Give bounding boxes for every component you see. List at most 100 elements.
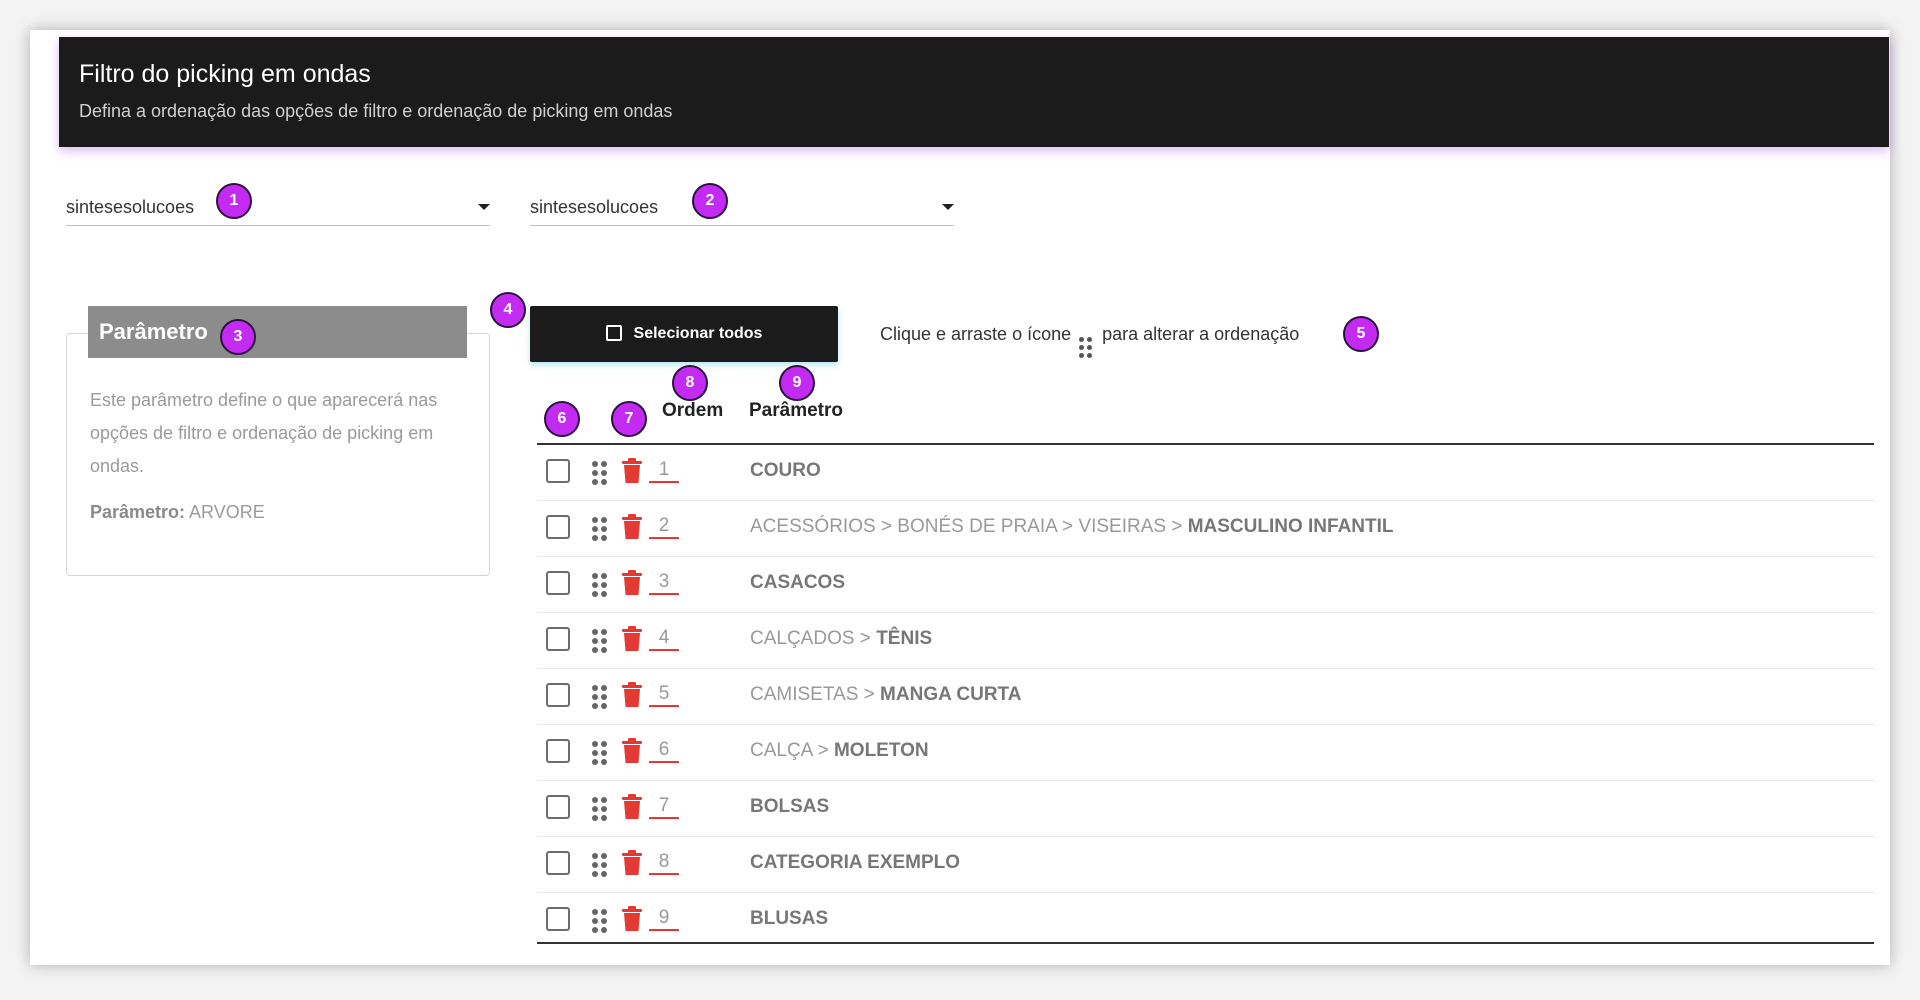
trash-icon[interactable] [621,794,643,820]
row-parameter: COURO [750,460,821,482]
table-row: 7 BOLSAS [537,781,1874,837]
trash-icon[interactable] [621,906,643,932]
row-order[interactable]: 5 [649,683,679,707]
trash-icon[interactable] [621,850,643,876]
row-checkbox[interactable] [546,627,570,651]
row-parameter-path: CAMISETAS > [750,684,881,705]
drag-handle-icon[interactable] [592,685,607,709]
row-parameter-leaf: BLUSAS [750,908,829,929]
row-parameter: ACESSÓRIOS > BONÉS DE PRAIA > VISEIRAS >… [750,516,1394,538]
table-row: 3 CASACOS [537,557,1874,613]
page-header: Filtro do picking em ondas Defina a orde… [59,37,1889,147]
row-checkbox[interactable] [546,851,570,875]
annotation-badge: 6 [544,401,580,437]
annotation-badge: 5 [1343,316,1379,352]
column-header-parametro: Parâmetro [749,400,843,421]
annotation-badge: 9 [779,365,815,401]
row-parameter: CASACOS [750,572,845,594]
drag-handle-icon[interactable] [592,853,607,877]
drag-hint-before: Clique e arraste o ícone [880,324,1072,344]
row-checkbox[interactable] [546,571,570,595]
table-row: 1 COURO [537,445,1874,501]
select-all-label: Selecionar todos [633,325,763,342]
parameter-description: Este parâmetro define o que aparecerá na… [90,390,438,476]
row-parameter-leaf: MANGA CURTA [880,684,1022,705]
drag-handle-icon[interactable] [592,909,607,933]
trash-icon[interactable] [621,682,643,708]
trash-icon[interactable] [621,626,643,652]
row-parameter: CALÇADOS > TÊNIS [750,628,932,650]
drag-handle-icon[interactable] [592,797,607,821]
row-parameter: CALÇA > MOLETON [750,740,929,762]
row-parameter-leaf: TÊNIS [876,628,933,649]
drag-handle-icon[interactable] [592,573,607,597]
row-checkbox[interactable] [546,907,570,931]
row-parameter-path: ACESSÓRIOS > BONÉS DE PRAIA > VISEIRAS > [750,516,1188,537]
row-checkbox[interactable] [546,795,570,819]
dropdown-arrow-icon [942,204,954,210]
row-order[interactable]: 9 [649,907,679,931]
row-parameter-path: CALÇADOS > [750,628,877,649]
parameter-card-title: Parâmetro [88,306,467,358]
trash-icon[interactable] [621,570,643,596]
row-checkbox[interactable] [546,683,570,707]
row-order[interactable]: 1 [649,459,679,483]
select-all-button[interactable]: Selecionar todos [530,306,838,362]
row-order[interactable]: 6 [649,739,679,763]
checkbox-icon [605,325,622,341]
annotation-badge: 2 [692,183,728,219]
row-order[interactable]: 2 [649,515,679,539]
annotation-badge: 8 [672,365,708,401]
annotation-badge: 4 [490,292,526,328]
company-select-1[interactable]: sintesesolucoes [66,188,490,226]
row-parameter-leaf: CASACOS [750,572,846,593]
table-row: 5 CAMISETAS > MANGA CURTA [537,669,1874,725]
row-checkbox[interactable] [546,459,570,483]
select-value: sintesesolucoes [530,197,659,217]
annotation-badge: 1 [216,183,252,219]
drag-hint: Clique e arraste o ícone para alterar a o… [880,320,1299,358]
row-parameter: BOLSAS [750,796,829,818]
drag-handle-icon [1079,337,1093,358]
dropdown-arrow-icon [478,204,490,210]
trash-icon[interactable] [621,514,643,540]
row-parameter-leaf: MOLETON [833,740,929,761]
drag-handle-icon[interactable] [592,461,607,485]
parameter-kv-value: ARVORE [185,502,265,522]
company-select-2[interactable]: sintesesolucoes [530,188,954,226]
table-row: 2 ACESSÓRIOS > BONÉS DE PRAIA > VISEIRAS … [537,501,1874,557]
row-checkbox[interactable] [546,515,570,539]
drag-handle-icon[interactable] [592,629,607,653]
page-subtitle: Defina a ordenação das opções de filtro … [79,101,673,121]
drag-hint-after: para alterar a ordenação [1102,324,1300,344]
annotation-badge: 7 [611,401,647,437]
page-title: Filtro do picking em ondas [79,60,371,88]
trash-icon[interactable] [621,738,643,764]
table-row: 8 CATEGORIA EXEMPLO [537,837,1874,893]
row-parameter-leaf: BOLSAS [750,796,830,817]
row-order[interactable]: 7 [649,795,679,819]
row-parameter-path: CALÇA > [750,740,834,761]
column-header-ordem: Ordem [662,400,724,421]
select-value: sintesesolucoes [66,197,195,217]
row-checkbox[interactable] [546,739,570,763]
table-row: 4 CALÇADOS > TÊNIS [537,613,1874,669]
parameter-kv: Parâmetro: ARVORE [90,502,265,523]
row-parameter-leaf: COURO [750,460,821,481]
parameter-table: 1 COURO 2 ACESSÓRIOS > BONÉS DE PRAIA > VIS… [537,445,1874,948]
drag-handle-icon[interactable] [592,517,607,541]
row-parameter-leaf: CATEGORIA EXEMPLO [750,852,961,873]
drag-handle-icon[interactable] [592,741,607,765]
parameter-kv-label: Parâmetro: [90,502,186,522]
row-order[interactable]: 3 [649,571,679,595]
table-row: 9 BLUSAS [537,893,1874,948]
annotation-badge: 3 [220,319,256,355]
parameter-title-text: Parâmetro [99,319,208,344]
row-order[interactable]: 8 [649,851,679,875]
table-bottom-divider [537,942,1874,944]
trash-icon[interactable] [621,458,643,484]
row-parameter-leaf: MASCULINO INFANTIL [1187,516,1394,537]
row-parameter: BLUSAS [750,908,828,930]
row-order[interactable]: 4 [649,627,679,651]
row-parameter: CATEGORIA EXEMPLO [750,852,960,874]
